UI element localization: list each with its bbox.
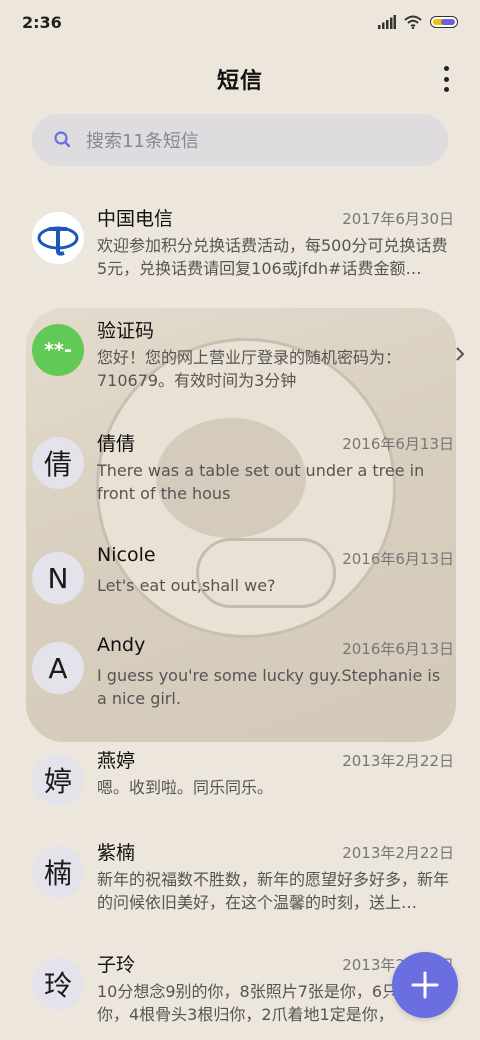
conversation-item[interactable]: N Nicole 2016年6月13日 Let's eat out,shall … <box>0 540 480 636</box>
signal-icon <box>378 15 396 29</box>
chevron-right-icon <box>456 347 465 361</box>
conversation-date: 2016年6月13日 <box>342 640 454 658</box>
search-input[interactable]: 搜索11条短信 <box>32 114 448 166</box>
page-title: 短信 <box>216 69 263 94</box>
conversation-name: 中国电信 <box>97 208 174 230</box>
plus-icon <box>411 971 439 999</box>
battery-icon <box>430 16 458 28</box>
conversation-name: 验证码 <box>97 320 155 342</box>
status-icons <box>378 15 458 29</box>
conversation-item[interactable]: 倩 倩倩 2016年6月13日 There was a table set ou… <box>0 425 480 521</box>
contact-avatar: 玲 <box>32 958 84 1010</box>
header: 短信 <box>0 56 480 102</box>
contact-avatar: 倩 <box>32 437 84 489</box>
conversation-name: 紫楠 <box>97 842 136 864</box>
conversation-preview: There was a table set out under a tree i… <box>97 461 425 503</box>
conversation-item[interactable]: **- 验证码 您好！您的网上营业厅登录的随机密码为：710679。有效时间为3… <box>0 312 480 408</box>
conversation-date: 2016年6月13日 <box>342 550 454 568</box>
telecom-logo-avatar <box>32 212 84 264</box>
conversation-name: Andy <box>97 634 146 656</box>
conversation-name: Nicole <box>97 544 156 566</box>
conversation-item[interactable]: 中国电信 2017年6月30日 欢迎参加积分兑换话费活动，每500分可兑换话费5… <box>0 200 480 296</box>
conversation-item[interactable]: 楠 紫楠 2013年2月22日 新年的祝福数不胜数，新年的愿望好多好多，新年的问… <box>0 834 480 930</box>
conversation-date: 2013年2月22日 <box>342 844 454 862</box>
conversation-preview: 欢迎参加积分兑换话费活动，每500分可兑换话费5元，兑换话费请回复106或jfd… <box>97 236 448 278</box>
status-bar: 2:36 <box>0 0 480 44</box>
conversation-preview: Let's eat out,shall we? <box>97 576 276 595</box>
contact-avatar: 婷 <box>32 754 84 806</box>
conversation-date: 2013年2月22日 <box>342 752 454 770</box>
conversation-preview: 新年的祝福数不胜数，新年的愿望好多好多，新年的问候依旧美好，在这个温馨的时刻，送… <box>97 870 450 912</box>
conversation-preview: 您好！您的网上营业厅登录的随机密码为：710679。有效时间为3分钟 <box>97 348 402 390</box>
search-icon <box>54 131 71 148</box>
conversation-preview: 嗯。收到啦。同乐同乐。 <box>97 778 274 797</box>
status-time: 2:36 <box>22 12 62 32</box>
contact-avatar: 楠 <box>32 846 84 898</box>
new-message-button[interactable] <box>392 952 458 1018</box>
more-vertical-icon[interactable] <box>436 66 456 92</box>
code-avatar: **- <box>32 324 84 376</box>
conversation-name: 子玲 <box>97 954 136 976</box>
conversation-name: 燕婷 <box>97 750 136 772</box>
wifi-icon <box>404 15 422 29</box>
search-placeholder: 搜索11条短信 <box>86 131 199 152</box>
contact-avatar: A <box>32 642 84 694</box>
conversation-item[interactable]: 婷 燕婷 2013年2月22日 嗯。收到啦。同乐同乐。 <box>0 742 480 838</box>
conversation-date: 2017年6月30日 <box>342 210 454 228</box>
conversation-date: 2016年6月13日 <box>342 435 454 453</box>
conversation-preview: I guess you're some lucky guy.Stephanie … <box>97 666 441 708</box>
contact-avatar: N <box>32 552 84 604</box>
conversation-item[interactable]: A Andy 2016年6月13日 I guess you're some lu… <box>0 630 480 726</box>
conversation-name: 倩倩 <box>97 433 136 455</box>
